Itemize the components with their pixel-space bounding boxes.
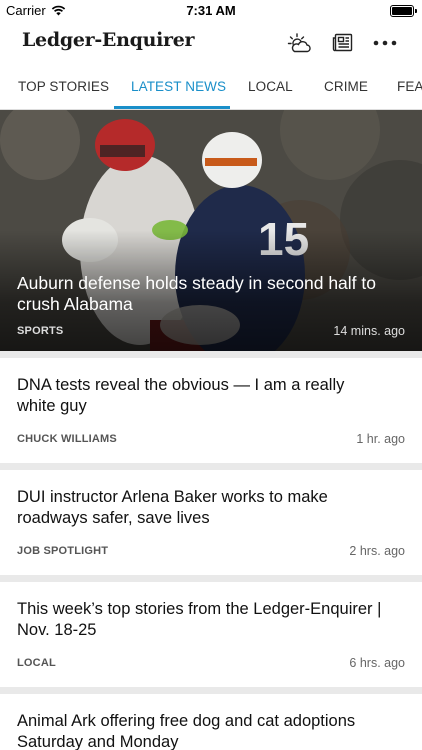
app-header: Ledger-Enquirer — [0, 22, 422, 64]
app-logo[interactable]: Ledger-Enquirer — [22, 29, 195, 51]
tab-local[interactable]: LOCAL — [248, 64, 293, 109]
hero-story[interactable]: 15 Auburn defense holds steady in second… — [0, 110, 422, 351]
article-headline[interactable]: Animal Ark offering free dog and cat ado… — [17, 711, 387, 750]
article-card[interactable]: DUI instructor Arlena Baker works to mak… — [0, 470, 422, 575]
tab-top-stories[interactable]: TOP STORIES — [18, 64, 109, 109]
hero-headline[interactable]: Auburn defense holds steady in second ha… — [17, 273, 397, 315]
tab-latest-news[interactable]: LATEST NEWS — [131, 64, 226, 109]
article-headline[interactable]: DNA tests reveal the obvious — I am a re… — [17, 375, 387, 417]
status-time: 7:31 AM — [186, 3, 236, 18]
tab-crime[interactable]: CRIME — [324, 64, 368, 109]
article-byline: JOB SPOTLIGHT — [17, 545, 109, 557]
weather-icon[interactable] — [287, 31, 313, 55]
hero-timestamp: 14 mins. ago — [333, 324, 405, 338]
article-timestamp: 1 hr. ago — [356, 432, 405, 446]
article-card[interactable]: Animal Ark offering free dog and cat ado… — [0, 694, 422, 750]
newspaper-icon[interactable] — [330, 31, 356, 55]
hero-category: SPORTS — [17, 325, 64, 337]
article-byline: LOCAL — [17, 657, 56, 669]
article-headline[interactable]: This week’s top stories from the Ledger-… — [17, 599, 387, 641]
article-timestamp: 2 hrs. ago — [349, 544, 405, 558]
article-card[interactable]: This week’s top stories from the Ledger-… — [0, 582, 422, 687]
article-byline: CHUCK WILLIAMS — [17, 433, 117, 445]
article-card[interactable]: DNA tests reveal the obvious — I am a re… — [0, 358, 422, 463]
more-icon[interactable] — [372, 31, 398, 55]
section-tabs: TOP STORIES LATEST NEWS LOCAL CRIME FEAT — [0, 64, 422, 110]
tab-features[interactable]: FEAT — [397, 64, 422, 109]
battery-icon — [390, 5, 417, 17]
article-headline[interactable]: DUI instructor Arlena Baker works to mak… — [17, 487, 387, 529]
article-timestamp: 6 hrs. ago — [349, 656, 405, 670]
status-bar: Carrier 7:31 AM — [0, 0, 422, 22]
